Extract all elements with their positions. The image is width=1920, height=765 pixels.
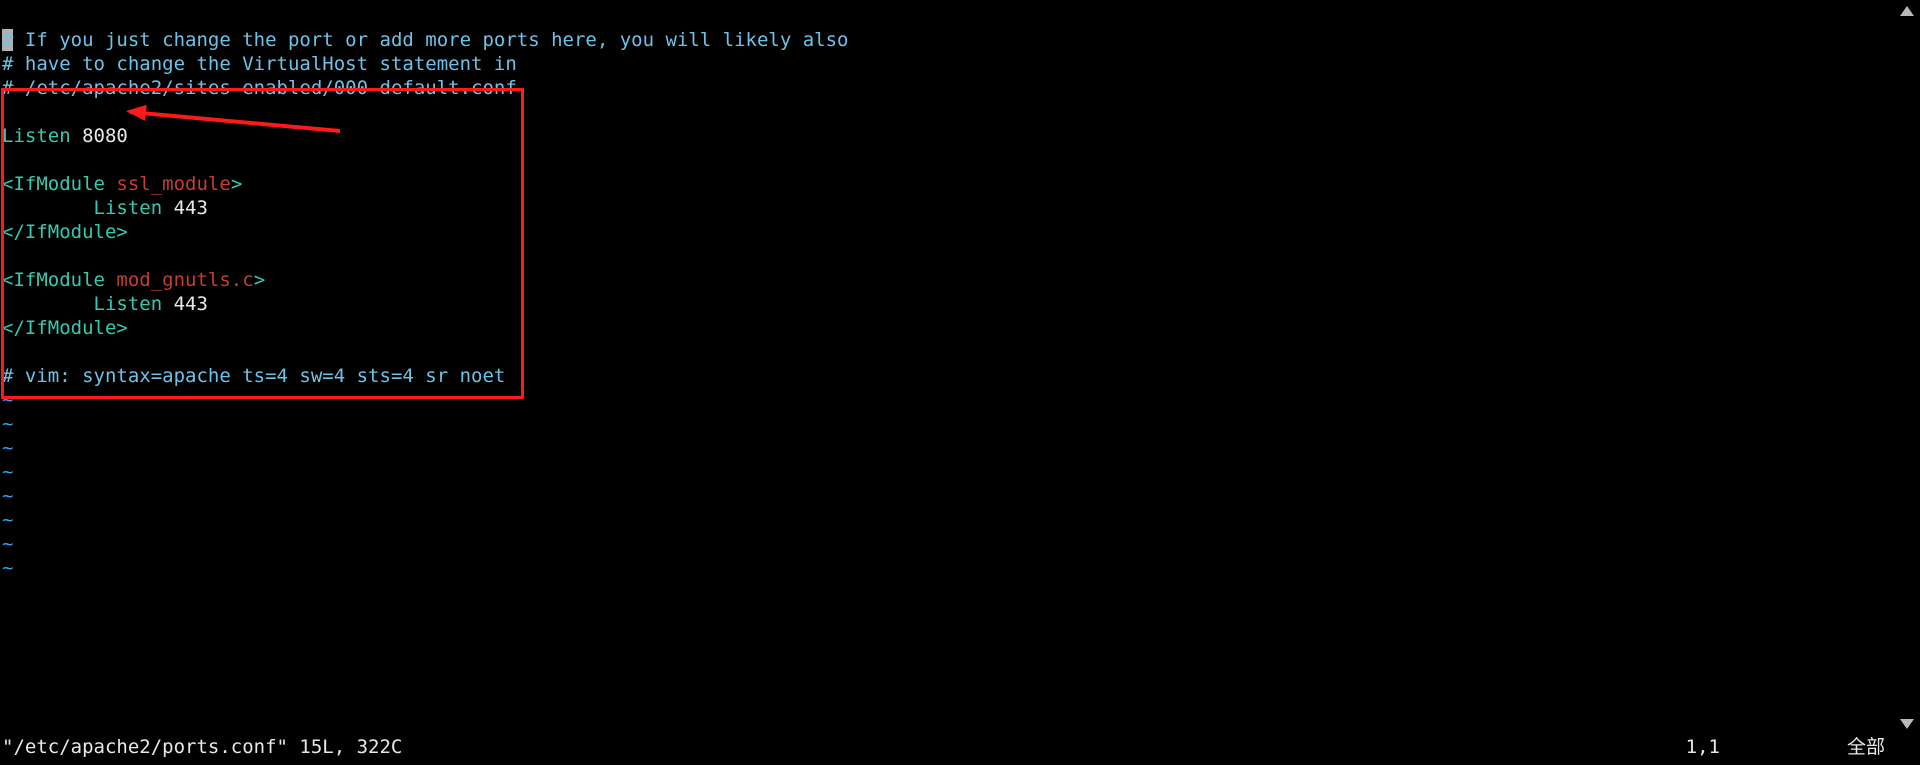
end-of-buffer-line: ~ <box>2 461 13 483</box>
comment-hash: # <box>2 29 13 51</box>
comment-line-3: /etc/apache2/sites-enabled/000-default.c… <box>13 77 516 99</box>
scroll-down-icon[interactable] <box>1900 719 1914 729</box>
ifmodule-close-bracket: > <box>254 269 265 291</box>
comment-line-2: have to change the VirtualHost statement… <box>13 53 516 75</box>
indent <box>2 196 94 220</box>
end-of-buffer-line: ~ <box>2 485 13 507</box>
listen-port: 8080 <box>82 125 128 147</box>
ifmodule-arg: mod_gnutls.c <box>116 269 253 291</box>
ifmodule-keyword: IfModule <box>13 173 105 195</box>
vim-status-location: 全部 <box>1847 735 1885 759</box>
end-of-buffer-line: ~ <box>2 437 13 459</box>
vim-status-file: "/etc/apache2/ports.conf" 15L, 322C <box>2 735 402 759</box>
comment-hash: # <box>2 77 13 99</box>
vim-editor-content[interactable]: # If you just change the port or add mor… <box>2 4 849 580</box>
scroll-up-icon[interactable] <box>1900 6 1914 16</box>
end-of-buffer-line: ~ <box>2 509 13 531</box>
vim-modeline: vim: syntax=apache ts=4 sw=4 sts=4 sr no… <box>13 365 505 387</box>
ifmodule-open-bracket: < <box>2 269 13 291</box>
comment-hash: # <box>2 53 13 75</box>
listen-port: 443 <box>174 293 208 315</box>
listen-directive: Listen <box>94 293 163 315</box>
indent <box>2 292 94 316</box>
ifmodule-keyword: IfModule <box>13 269 105 291</box>
comment-hash: # <box>2 365 13 387</box>
ifmodule-close-bracket: > <box>231 173 242 195</box>
end-of-buffer-line: ~ <box>2 557 13 579</box>
listen-port: 443 <box>174 197 208 219</box>
vim-status-position: 1,1 <box>1686 735 1720 759</box>
ifmodule-close-tag: </IfModule> <box>2 317 128 339</box>
ifmodule-open-bracket: < <box>2 173 13 195</box>
ifmodule-close-tag: </IfModule> <box>2 221 128 243</box>
comment-line-1: If you just change the port or add more … <box>13 29 848 51</box>
space <box>105 173 116 195</box>
end-of-buffer-line: ~ <box>2 413 13 435</box>
ifmodule-arg: ssl_module <box>116 173 230 195</box>
end-of-buffer-line: ~ <box>2 533 13 555</box>
listen-directive: Listen <box>94 197 163 219</box>
listen-directive: Listen <box>2 125 71 147</box>
space <box>105 269 116 291</box>
end-of-buffer-line: ~ <box>2 389 13 411</box>
